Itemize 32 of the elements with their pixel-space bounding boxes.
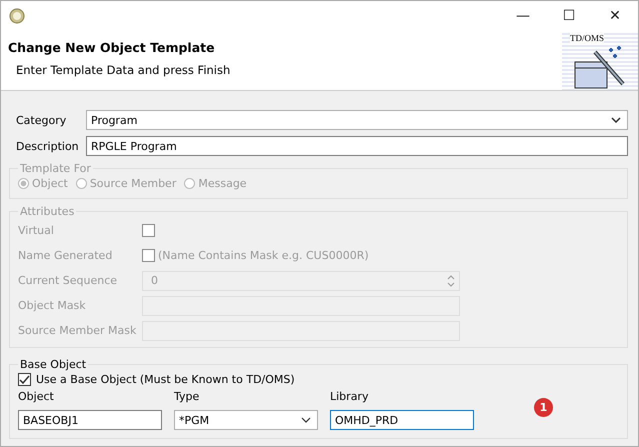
logo-text: TD/OMS: [570, 33, 604, 43]
field-label: Description: [16, 140, 80, 152]
type-dropdown[interactable]: *PGM: [174, 410, 318, 430]
checkbox-label: Use a Base Object (Must be Known to TD/OMS): [36, 373, 295, 386]
category-dropdown[interactable]: Program: [86, 110, 628, 130]
field-label: Object: [18, 390, 55, 404]
field-label: Name Generated: [18, 249, 114, 262]
dialog-title: Change New Object Template: [8, 40, 216, 55]
app-icon: [9, 8, 25, 24]
text-field[interactable]: BASEOBJ1: [18, 410, 162, 430]
group-title: Base Object: [19, 358, 88, 371]
field-label: Current Sequence: [18, 274, 118, 287]
field-label: Source Member Mask: [18, 324, 138, 337]
field-label: Category: [16, 114, 68, 126]
checkbox-note: (Name Contains Mask e.g. CUS0000R): [158, 249, 369, 262]
close-button[interactable]: ✕: [592, 1, 638, 31]
spinner-arrows-icon: [447, 274, 455, 288]
description-field[interactable]: RPGLE Program: [86, 136, 628, 156]
dialog-subtitle: Enter Template Data and press Finish: [15, 63, 230, 77]
field-label: Library: [330, 390, 370, 404]
chevron-down-icon: [611, 117, 621, 123]
text-field[interactable]: OMHD_PRD: [330, 410, 474, 430]
field-label: Type: [174, 390, 200, 404]
maximize-button[interactable]: ☐: [546, 1, 592, 31]
field-label: Object Mask: [18, 299, 87, 312]
field-label: Virtual: [18, 224, 55, 237]
notification-badge: 1: [534, 398, 553, 417]
checkbox[interactable]: [18, 373, 31, 386]
group-title: Attributes: [19, 205, 76, 218]
minimize-button[interactable]: —: [500, 1, 546, 31]
group-title: Template For: [19, 162, 92, 175]
chevron-down-icon: [301, 417, 311, 423]
